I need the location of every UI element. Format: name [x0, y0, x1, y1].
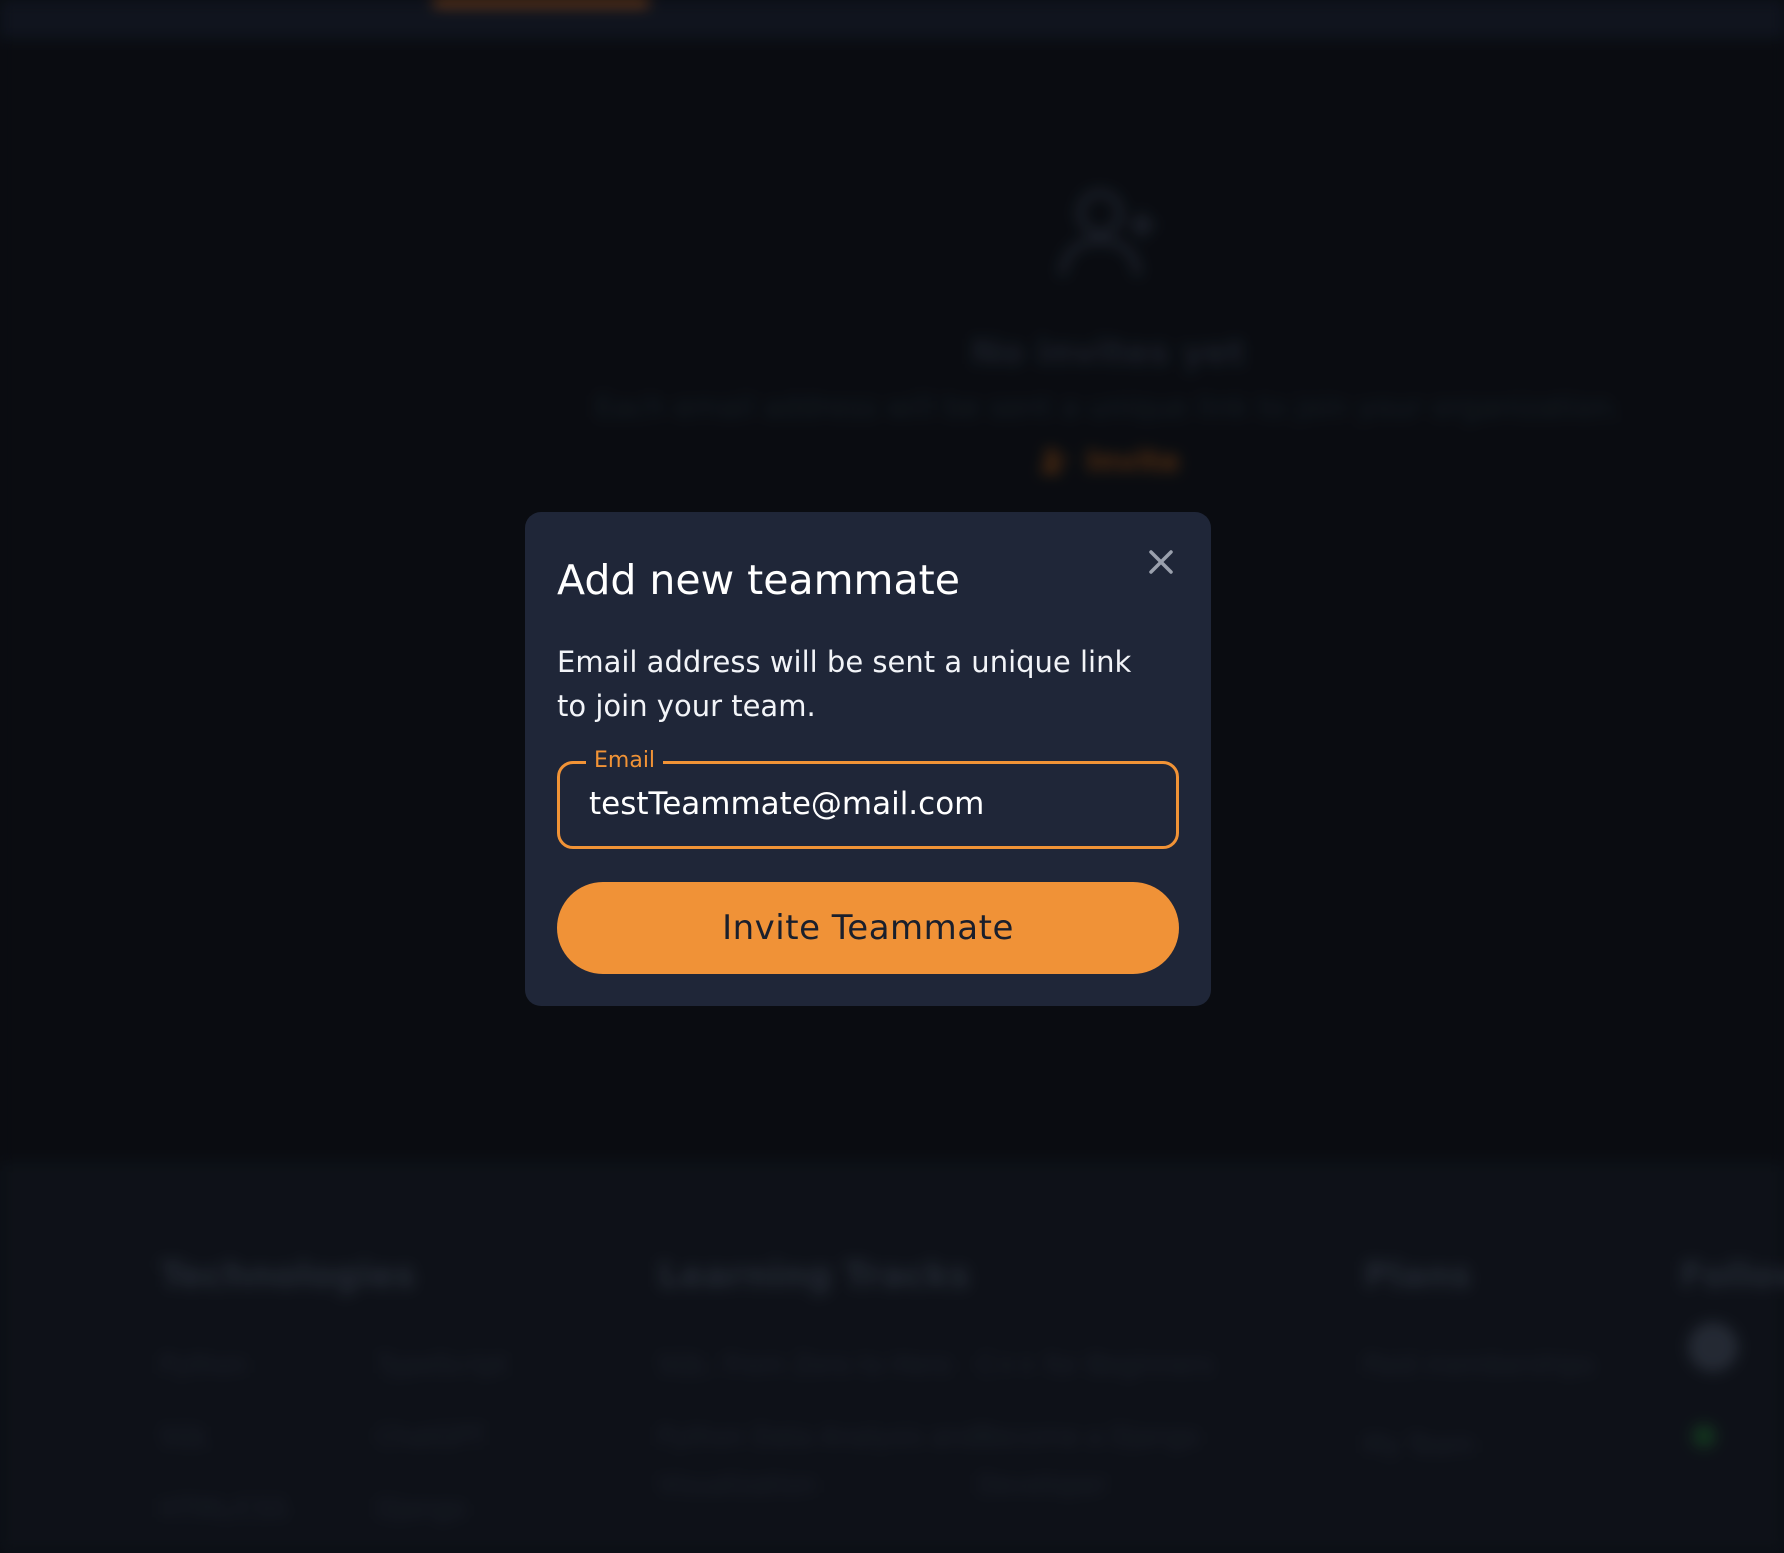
email-field[interactable]: Email — [557, 746, 1179, 849]
email-input[interactable] — [589, 782, 1149, 826]
invite-teammate-button[interactable]: Invite Teammate — [557, 882, 1179, 974]
email-field-label: Email — [586, 746, 664, 776]
modal-title: Add new teammate — [557, 556, 960, 604]
add-teammate-modal: Add new teammate Email address will be s… — [525, 512, 1211, 1006]
close-icon[interactable] — [1143, 544, 1179, 580]
modal-description: Email address will be sent a unique link… — [557, 645, 1132, 723]
